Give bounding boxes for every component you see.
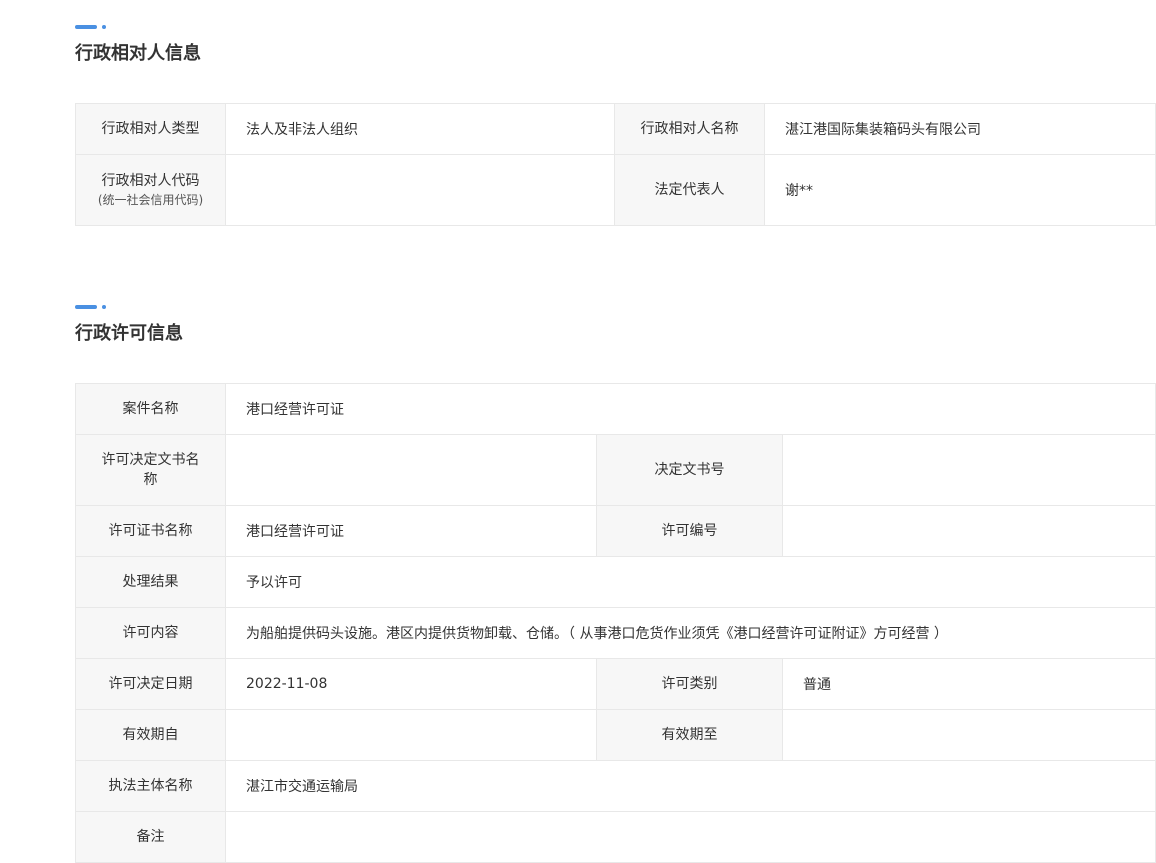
party-type-label: 行政相对人类型: [75, 103, 226, 155]
table-row: 许可决定文书名称 决定文书号: [75, 434, 1156, 506]
license-category-label: 许可类别: [596, 658, 783, 710]
marker-bar: [75, 305, 97, 309]
license-number-label: 许可编号: [596, 505, 783, 557]
authority-value: 湛江市交通运输局: [224, 760, 1156, 812]
authority-label: 执法主体名称: [75, 760, 226, 812]
content-label: 许可内容: [75, 607, 226, 659]
license-section-title: 行政许可信息: [75, 323, 183, 344]
table-row: 许可证书名称 港口经营许可证 许可编号: [75, 505, 1156, 557]
decision-date-label: 许可决定日期: [75, 658, 226, 710]
decision-doc-name-label: 许可决定文书名称: [75, 434, 226, 506]
valid-to-label: 有效期至: [596, 709, 783, 761]
table-row: 备注: [75, 811, 1156, 863]
table-row: 处理结果 予以许可: [75, 556, 1156, 608]
marker-dot: [102, 305, 106, 309]
valid-to-value: [781, 709, 1156, 761]
valid-from-value: [225, 709, 597, 761]
party-code-label: 行政相对人代码 (统一社会信用代码): [75, 154, 226, 226]
case-name-value: 港口经营许可证: [224, 383, 1156, 435]
result-label: 处理结果: [75, 556, 226, 608]
decision-doc-name-label-text: 许可决定文书名称: [101, 452, 200, 488]
remarks-label: 备注: [75, 811, 226, 863]
valid-from-label: 有效期自: [75, 709, 226, 761]
decision-doc-number-label: 决定文书号: [596, 434, 783, 506]
table-row: 许可决定日期 2022-11-08 许可类别 普通: [75, 658, 1156, 710]
party-code-value: [225, 154, 615, 226]
decision-doc-number-value: [781, 434, 1156, 506]
table-row: 执法主体名称 湛江市交通运输局: [75, 760, 1156, 812]
content-value: 为船舶提供码头设施。港区内提供货物卸载、仓储。（ 从事港口危货作业须凭《港口经营…: [224, 607, 1156, 659]
certificate-name-value: 港口经营许可证: [225, 505, 597, 557]
certificate-name-label: 许可证书名称: [75, 505, 226, 557]
party-code-label-main: 行政相对人代码: [101, 173, 200, 189]
party-code-label-sub: (统一社会信用代码): [97, 193, 204, 207]
table-row: 许可内容 为船舶提供码头设施。港区内提供货物卸载、仓储。（ 从事港口危货作业须凭…: [75, 607, 1156, 659]
table-row: 行政相对人类型 法人及非法人组织 行政相对人名称 湛江港国际集装箱码头有限公司: [75, 103, 1156, 155]
result-value: 予以许可: [224, 556, 1156, 608]
license-info-table: 案件名称 港口经营许可证 许可决定文书名称 决定文书号 许可证书名称 港口经营许…: [75, 383, 1156, 863]
table-row: 案件名称 港口经营许可证: [75, 383, 1156, 435]
party-info-table: 行政相对人类型 法人及非法人组织 行政相对人名称 湛江港国际集装箱码头有限公司 …: [75, 103, 1156, 226]
license-category-value: 普通: [781, 658, 1156, 710]
case-name-label: 案件名称: [75, 383, 226, 435]
remarks-value: [224, 811, 1156, 863]
table-row: 行政相对人代码 (统一社会信用代码) 法定代表人 谢**: [75, 154, 1156, 226]
party-type-value: 法人及非法人组织: [225, 103, 615, 155]
decision-doc-name-value: [225, 434, 597, 506]
marker-bar: [75, 25, 97, 29]
party-name-label: 行政相对人名称: [614, 103, 765, 155]
decision-date-value: 2022-11-08: [225, 658, 597, 710]
marker-dot: [102, 25, 106, 29]
party-name-value: 湛江港国际集装箱码头有限公司: [764, 103, 1156, 155]
legal-rep-label: 法定代表人: [614, 154, 765, 226]
legal-rep-value: 谢**: [764, 154, 1156, 226]
party-section-title: 行政相对人信息: [75, 43, 201, 64]
license-number-value: [781, 505, 1156, 557]
table-row: 有效期自 有效期至: [75, 709, 1156, 761]
